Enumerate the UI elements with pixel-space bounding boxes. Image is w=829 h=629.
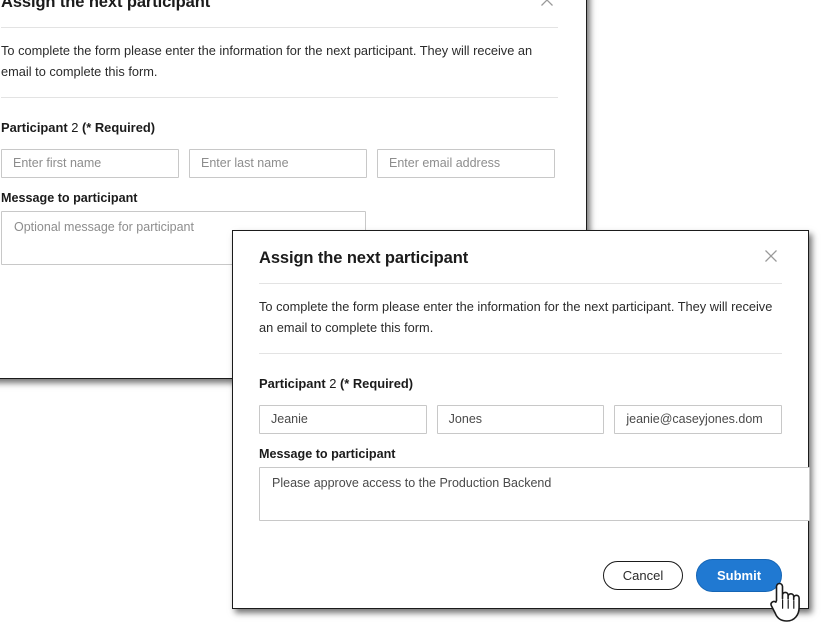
participant-label: Participant: [259, 376, 326, 392]
submit-button[interactable]: Submit: [696, 559, 782, 592]
first-name-input[interactable]: Jeanie: [259, 405, 427, 435]
page-title: Assign the next participant: [1, 0, 211, 11]
close-icon[interactable]: [536, 0, 558, 11]
dialog-header: Assign the next participant: [1, 0, 558, 27]
participant-number: 2: [71, 120, 79, 136]
participant-fields-row: Jeanie Jones jeanie@caseyjones.dom: [259, 405, 783, 435]
participant-section-title: Participant 2 (* Required): [259, 354, 782, 405]
dialog-description: To complete the form please enter the in…: [259, 298, 773, 335]
participant-required-note: (* Required): [339, 376, 414, 392]
message-label: Message to participant: [259, 447, 396, 462]
message-label: Message to participant: [1, 191, 138, 206]
message-textarea[interactable]: Please approve access to the Production …: [259, 467, 810, 522]
assign-participant-dialog-foreground: Assign the next participant To complete …: [232, 230, 810, 609]
participant-fields-row: Enter first name Enter last name Enter e…: [1, 149, 558, 179]
first-name-input[interactable]: Enter first name: [1, 149, 179, 179]
dialog-description: To complete the form please enter the in…: [1, 42, 533, 79]
last-name-input[interactable]: Enter last name: [189, 149, 367, 179]
close-icon[interactable]: [760, 245, 782, 267]
dialog-header: Assign the next participant: [259, 231, 782, 283]
dialog-footer: Cancel Submit: [603, 559, 782, 592]
participant-required-note: (* Required): [81, 120, 156, 136]
last-name-input[interactable]: Jones: [436, 405, 605, 435]
participant-number: 2: [329, 376, 337, 392]
email-input[interactable]: jeanie@caseyjones.dom: [614, 405, 783, 435]
participant-label: Participant: [1, 120, 68, 136]
page-title: Assign the next participant: [259, 249, 469, 267]
email-input[interactable]: Enter email address: [377, 149, 555, 179]
participant-section-title: Participant 2 (* Required): [1, 98, 558, 149]
cancel-button[interactable]: Cancel: [603, 561, 683, 590]
